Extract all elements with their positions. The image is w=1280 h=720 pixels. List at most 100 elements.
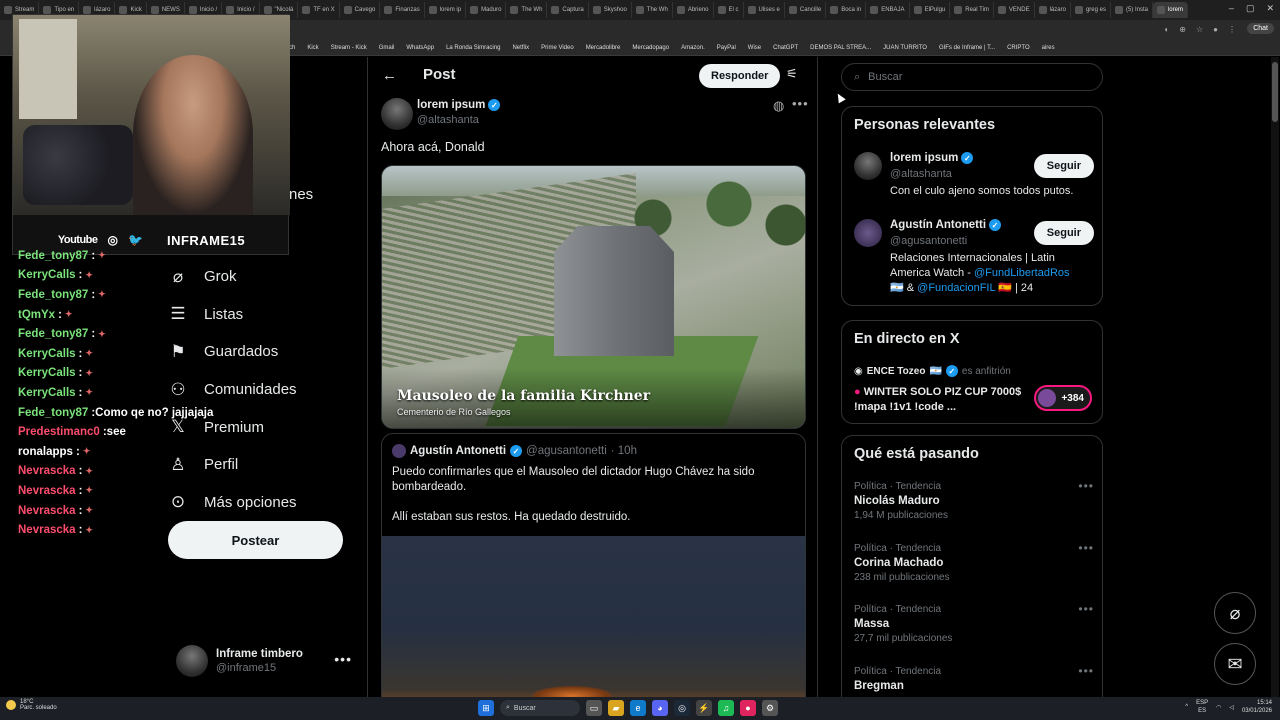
live-listeners-pill[interactable]: +384 xyxy=(1034,385,1092,411)
taskbar-search[interactable]: ⌕ Buscar xyxy=(500,700,580,716)
nav-item-comunidades[interactable]: ⚇ Comunidades xyxy=(168,371,358,409)
author-handle[interactable]: @altashanta xyxy=(417,114,479,126)
profile-icon[interactable]: ● xyxy=(1213,25,1218,34)
extension-icon[interactable]: ◐ xyxy=(1164,25,1169,34)
bookmark-item[interactable]: Kick xyxy=(307,45,318,51)
live-stream-title[interactable]: ● WINTER SOLO PIZ CUP 7000$ !mapa !1v1 !… xyxy=(854,385,1024,415)
browser-tab[interactable]: Finanzas xyxy=(380,2,425,18)
steam-icon[interactable]: ◎ xyxy=(674,700,690,716)
scrollbar-thumb[interactable] xyxy=(1272,62,1278,122)
bookmark-item[interactable]: ChatGPT xyxy=(773,45,798,51)
browser-tab[interactable]: ENBAJA xyxy=(866,2,910,18)
nav-item-grok[interactable]: ⌀ Grok xyxy=(168,258,358,296)
close-window-icon[interactable]: ✕ xyxy=(1266,3,1274,14)
browser-tab[interactable]: Cavego xyxy=(340,2,381,18)
bookmark-item[interactable]: WhatsApp xyxy=(406,45,434,51)
bookmark-item[interactable]: JUAN TURRITO xyxy=(883,45,927,51)
settings-gear-icon[interactable]: ⚙ xyxy=(762,700,778,716)
bookmark-item[interactable]: Wise xyxy=(748,45,761,51)
trend-item[interactable]: Política · Tendencia Corina Machado 238 mi… xyxy=(854,541,1094,583)
relevant-person[interactable]: Agustín Antonetti ✓ @agusantonetti Relaci… xyxy=(854,219,1094,299)
nav-item-guardados[interactable]: ⚑ Guardados xyxy=(168,333,358,371)
edge-icon[interactable]: e xyxy=(630,700,646,716)
more-horizontal-icon[interactable]: ••• xyxy=(1078,541,1094,555)
browser-tab[interactable]: lázaro xyxy=(1035,2,1071,18)
zoom-icon[interactable]: ⊕ xyxy=(1179,25,1186,34)
more-horizontal-icon[interactable]: ••• xyxy=(1078,479,1094,493)
grok-fab-icon[interactable]: ⌀ xyxy=(1214,592,1256,634)
follow-button[interactable]: Seguir xyxy=(1033,221,1094,245)
nav-item-listas[interactable]: ☰ Listas xyxy=(168,296,358,334)
obs-icon[interactable]: ● xyxy=(740,700,756,716)
author-name[interactable]: lorem ipsum ✓ xyxy=(417,99,501,111)
more-horizontal-icon[interactable]: ••• xyxy=(792,96,809,111)
minimize-icon[interactable]: – xyxy=(1229,3,1234,14)
app-icon[interactable]: ⚡ xyxy=(696,700,712,716)
browser-tab[interactable]: (5) Insta xyxy=(1111,2,1153,18)
quoted-post-image[interactable] xyxy=(382,536,805,697)
browser-tab[interactable]: ElPulgu xyxy=(910,2,951,18)
bookmark-item[interactable]: CRIPTO xyxy=(1007,45,1030,51)
menu-icon[interactable]: ⋮ xyxy=(1228,25,1236,34)
nav-item-premium[interactable]: 𝕏 Premium xyxy=(168,408,358,446)
bookmark-item[interactable]: Amazon. xyxy=(681,45,705,51)
bookmark-item[interactable]: aires xyxy=(1042,45,1055,51)
volume-icon[interactable]: ◁ xyxy=(1229,704,1234,711)
nav-item-perfil[interactable]: ♙ Perfil xyxy=(168,446,358,484)
nav-item-más-opciones[interactable]: ⊙ Más opciones xyxy=(168,484,358,522)
messages-fab-icon[interactable]: ✉ xyxy=(1214,643,1256,685)
browser-tab[interactable]: The Wh xyxy=(632,2,673,18)
browser-tab[interactable]: El c xyxy=(714,2,744,18)
browser-tab[interactable]: Skyshoo xyxy=(589,2,632,18)
chevron-up-icon[interactable]: ^ xyxy=(1185,704,1188,710)
discord-icon[interactable]: ◕ xyxy=(652,700,668,716)
browser-tab[interactable]: Ulises e xyxy=(744,2,785,18)
language-indicator[interactable]: ESP ES xyxy=(1196,699,1208,715)
trend-item[interactable]: Política · Tendencia Bregman ••• xyxy=(854,664,1094,692)
bookmark-item[interactable]: GIFs de Inframe | T... xyxy=(939,45,995,51)
more-horizontal-icon[interactable]: ••• xyxy=(1078,664,1094,678)
follow-button[interactable]: Seguir xyxy=(1033,154,1094,178)
browser-tab[interactable]: The Wh xyxy=(506,2,548,18)
file-explorer-icon[interactable]: ▰ xyxy=(608,700,624,716)
browser-tab[interactable]: Abrieno xyxy=(673,2,714,18)
browser-tab[interactable]: Real Tim xyxy=(950,2,994,18)
bio-mention-link[interactable]: @FundLibertadRos xyxy=(974,267,1070,279)
browser-tab[interactable]: VENDE xyxy=(994,2,1035,18)
relevant-person[interactable]: lorem ipsum ✓ @altashanta Con el culo aje… xyxy=(854,152,1094,207)
browser-tab[interactable]: Maduro xyxy=(466,2,507,18)
bio-mention-link[interactable]: @FundacionFIL xyxy=(917,282,995,294)
bookmark-item[interactable]: Prime Video xyxy=(541,45,574,51)
browser-tab[interactable]: Captura xyxy=(547,2,589,18)
reply-button[interactable]: Responder xyxy=(699,64,781,88)
bookmark-item[interactable]: PayPal xyxy=(717,45,736,51)
browser-tab[interactable]: lorem xyxy=(1152,2,1188,18)
bookmark-item[interactable]: La Ronda Simracing xyxy=(446,45,500,51)
bookmark-item[interactable]: Mercadopago xyxy=(632,45,669,51)
browser-tab[interactable]: lorem ip xyxy=(425,2,467,18)
quoted-post[interactable]: Agustín Antonetti ✓ @agusantonetti · 10h… xyxy=(381,433,806,697)
spotify-icon[interactable]: ♫ xyxy=(718,700,734,716)
browser-tab[interactable]: greg es xyxy=(1071,2,1111,18)
bookmark-item[interactable]: Mercadolibre xyxy=(586,45,621,51)
more-horizontal-icon[interactable]: ••• xyxy=(1078,602,1094,616)
avatar[interactable] xyxy=(381,98,413,130)
post-button[interactable]: Postear xyxy=(168,521,343,559)
clock[interactable]: 15:14 03/01/2026 xyxy=(1242,699,1272,715)
maximize-icon[interactable]: ▢ xyxy=(1246,3,1255,14)
search-input[interactable]: ⌕ Buscar xyxy=(841,63,1103,91)
bookmark-item[interactable]: Stream - Kick xyxy=(331,45,367,51)
browser-tab[interactable]: TF en X xyxy=(298,2,340,18)
back-arrow-icon[interactable]: ← xyxy=(382,67,397,84)
post-image[interactable]: Mausoleo de la familia Kirchner Cementer… xyxy=(381,165,806,429)
more-horizontal-icon[interactable]: ••• xyxy=(334,651,352,667)
bookmark-item[interactable]: Netflix xyxy=(512,45,529,51)
grok-icon[interactable]: ◍ xyxy=(773,98,784,114)
account-switcher[interactable]: Inframe timbero @inframe15 ••• xyxy=(176,643,356,679)
browser-chat-button[interactable]: Chat xyxy=(1247,23,1274,34)
star-icon[interactable]: ☆ xyxy=(1196,25,1203,34)
bookmark-item[interactable]: DEMOS PAL STREA... xyxy=(810,45,871,51)
trend-item[interactable]: Política · Tendencia Nicolás Maduro 1,94 M… xyxy=(854,479,1094,521)
browser-tab[interactable]: Cancille xyxy=(785,2,827,18)
task-view-icon[interactable]: ▭ xyxy=(586,700,602,716)
